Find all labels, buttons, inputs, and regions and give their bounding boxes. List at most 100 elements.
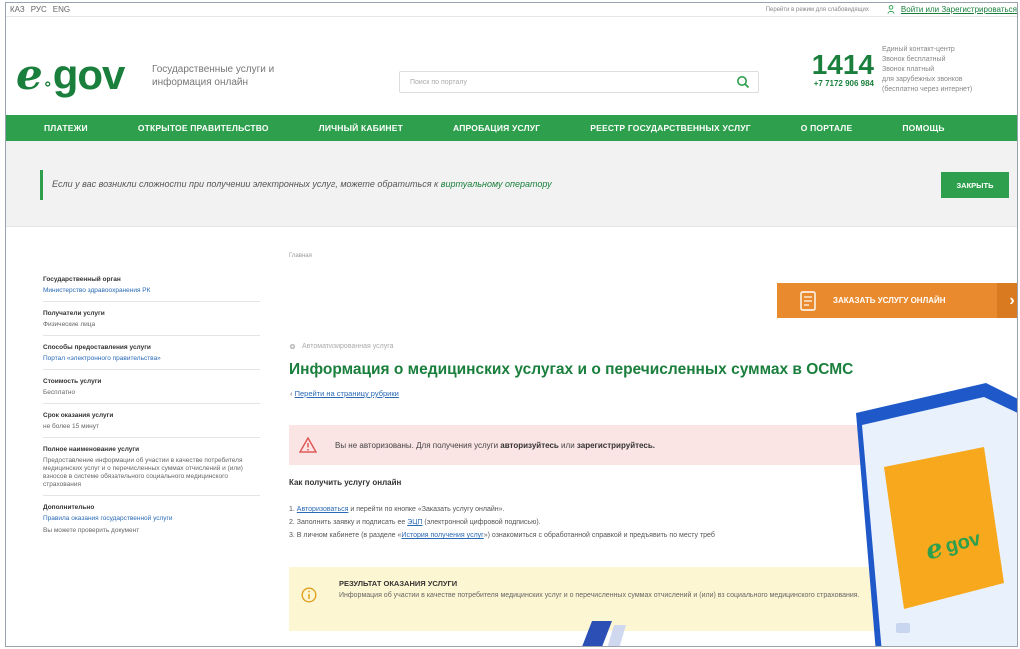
notice-accent-bar <box>40 170 43 200</box>
divider <box>43 301 260 302</box>
back-link[interactable]: ‹ Перейти на страницу рубрики <box>290 389 399 398</box>
chevron-right-icon: › <box>997 283 1017 318</box>
hotline: 1414 +7 7172 906 984 <box>796 51 874 89</box>
warning-icon <box>299 437 317 453</box>
service-info-sidebar: Государственный орган Министерство здрав… <box>39 268 264 646</box>
sidebar-value: Физические лица <box>43 321 96 328</box>
document-icon <box>800 290 816 311</box>
authorize-link[interactable]: Авторизоваться <box>297 506 349 513</box>
hotline-info-line: Звонок платный <box>882 66 935 73</box>
hotline-info-line: (бесплатно через интернет) <box>882 86 973 93</box>
order-service-online-button[interactable]: ЗАКАЗАТЬ УСЛУГУ ОНЛАЙН › <box>777 283 1017 318</box>
sidebar-label: Полное наименование услуги <box>43 446 140 453</box>
alert-prefix: Вы не авторизованы. Для получения услуги <box>335 440 501 450</box>
step-3: 3. В личном кабинете (в разделе «История… <box>289 529 715 542</box>
hotline-phone[interactable]: +7 7172 906 984 <box>796 79 874 88</box>
result-title: РЕЗУЛЬТАТ ОКАЗАНИЯ УСЛУГИ <box>339 579 458 588</box>
divider <box>43 437 260 438</box>
divider <box>43 495 260 496</box>
alert-register-link[interactable]: зарегистрируйтесь. <box>577 441 655 450</box>
eds-link[interactable]: ЭЦП <box>407 519 422 526</box>
hotline-info: Единый контакт-центр Звонок бесплатный З… <box>882 45 1017 95</box>
nav-service-testing[interactable]: АПРОБАЦИЯ УСЛУГ <box>453 123 540 133</box>
notice-message: Если у вас возникли сложности при получе… <box>52 179 441 189</box>
hotline-info-line: для зарубежных звонков <box>882 76 963 83</box>
sidebar-section-additional: Дополнительно Правила оказания государст… <box>39 504 264 535</box>
decorative-stripe <box>582 621 626 646</box>
search-placeholder: Поиск по порталу <box>410 78 467 86</box>
sidebar-section-recipients: Получатели услуги Физические лица <box>39 310 264 336</box>
auth-alert-text: Вы не авторизованы. Для получения услуги… <box>335 441 655 450</box>
hotline-number[interactable]: 1414 <box>796 51 874 79</box>
alert-login-link[interactable]: авторизуйтесь <box>500 441 559 450</box>
low-vision-link[interactable]: Перейти в режим для слабовидящих <box>766 7 869 13</box>
back-link-label: Перейти на страницу рубрики <box>294 389 399 398</box>
site-tagline: Государственные услуги и информация онла… <box>152 64 275 88</box>
sidebar-label: Срок оказания услуги <box>43 412 114 419</box>
step-2-rest: (электронной цифровой подписью). <box>422 519 541 526</box>
info-icon <box>301 587 317 603</box>
service-type-label: Автоматизированная услуга <box>302 343 394 350</box>
howto-steps: 1. Авторизоваться и перейти по кнопке «З… <box>289 503 715 542</box>
nav-open-government[interactable]: ОТКРЫТОЕ ПРАВИТЕЛЬСТВО <box>138 123 269 133</box>
logo-gov: gov <box>52 51 126 98</box>
step-1: 1. Авторизоваться и перейти по кнопке «З… <box>289 503 715 516</box>
search-input[interactable]: Поиск по порталу <box>399 71 759 93</box>
nav-personal-cabinet[interactable]: ЛИЧНЫЙ КАБИНЕТ <box>319 123 403 133</box>
step-2-text: 2. Заполнить заявку и подписать ее <box>289 519 408 526</box>
sidebar-label: Способы предоставления услуги <box>43 344 151 351</box>
agency-link[interactable]: Министерство здравоохранения РК <box>43 287 260 295</box>
egov-logo[interactable]: e ∘ gov <box>16 50 126 99</box>
hotline-info-line: Звонок бесплатный <box>882 56 946 63</box>
gear-icon <box>289 343 296 350</box>
nav-about[interactable]: О ПОРТАЛЕ <box>801 123 853 133</box>
step-3-text: 3. В личном кабинете (в разделе « <box>289 532 402 539</box>
close-notice-button[interactable]: ЗАКРЫТЬ <box>941 172 1009 198</box>
nav-help[interactable]: ПОМОЩЬ <box>902 123 944 133</box>
divider <box>43 403 260 404</box>
alert-or: или <box>558 440 577 450</box>
notice-text: Если у вас возникли сложности при получе… <box>52 179 552 189</box>
browser-frame: КАЗ РУС ENG Перейти в режим для слабовид… <box>5 2 1018 647</box>
nav-payments[interactable]: ПЛАТЕЖИ <box>44 123 88 133</box>
sidebar-value: не более 15 минут <box>43 423 99 430</box>
sidebar-label: Дополнительно <box>43 504 95 511</box>
divider <box>43 369 260 370</box>
breadcrumb[interactable]: Главная <box>289 253 312 259</box>
lang-eng[interactable]: ENG <box>53 5 70 14</box>
sidebar-section-cost: Стоимость услуги Бесплатно <box>39 378 264 404</box>
sidebar-section-full-name: Полное наименование услуги Предоставлени… <box>39 446 264 496</box>
service-rules-link[interactable]: Правила оказания государственной услуги <box>43 515 260 523</box>
lang-rus[interactable]: РУС <box>31 5 47 14</box>
site-header: e ∘ gov Государственные услуги и информа… <box>6 17 1017 115</box>
logo-e: e <box>16 50 43 99</box>
nav-service-registry[interactable]: РЕЕСТР ГОСУДАРСТВЕННЫХ УСЛУГ <box>590 123 750 133</box>
service-history-link[interactable]: История получения услуг <box>401 532 483 539</box>
user-icon <box>887 5 895 14</box>
sidebar-section-agency: Государственный орган Министерство здрав… <box>39 276 264 302</box>
virtual-operator-notice: Если у вас возникли сложности при получе… <box>6 141 1017 227</box>
step-2: 2. Заполнить заявку и подписать ее ЭЦП (… <box>289 516 715 529</box>
virtual-operator-link[interactable]: виртуальному оператору <box>441 179 552 189</box>
howto-heading: Как получить услугу онлайн <box>289 478 402 487</box>
verify-document-text[interactable]: Вы можете проверить документ <box>43 527 260 535</box>
sidebar-section-methods: Способы предоставления услуги Портал «эл… <box>39 344 264 370</box>
sidebar-label: Получатели услуги <box>43 310 105 317</box>
egov-portal-link[interactable]: Портал «электронного правительства» <box>43 355 260 363</box>
sidebar-section-duration: Срок оказания услуги не более 15 минут <box>39 412 264 438</box>
login-link[interactable]: Войти или Зарегистрироваться <box>887 5 1017 14</box>
step-1-text: и перейти по кнопке «Заказать услугу онл… <box>348 506 505 513</box>
logo-link-icon: ∘ <box>42 76 53 93</box>
sidebar-value: Бесплатно <box>43 389 76 396</box>
step-3-rest: ») ознакомиться с обработанной справкой … <box>483 532 715 539</box>
top-utility-bar: КАЗ РУС ENG Перейти в режим для слабовид… <box>6 3 1017 17</box>
divider <box>43 335 260 336</box>
sidebar-label: Стоимость услуги <box>43 378 102 385</box>
page-title: Информация о медицинских услугах и о пер… <box>289 361 854 378</box>
service-type: Автоматизированная услуга <box>289 343 394 350</box>
sidebar-value: Предоставление информации об участии в к… <box>43 457 243 488</box>
search-icon[interactable] <box>736 75 750 89</box>
lang-kaz[interactable]: КАЗ <box>10 5 25 14</box>
main-nav: ПЛАТЕЖИ ОТКРЫТОЕ ПРАВИТЕЛЬСТВО ЛИЧНЫЙ КА… <box>6 115 1017 141</box>
hotline-info-line: Единый контакт-центр <box>882 46 955 53</box>
